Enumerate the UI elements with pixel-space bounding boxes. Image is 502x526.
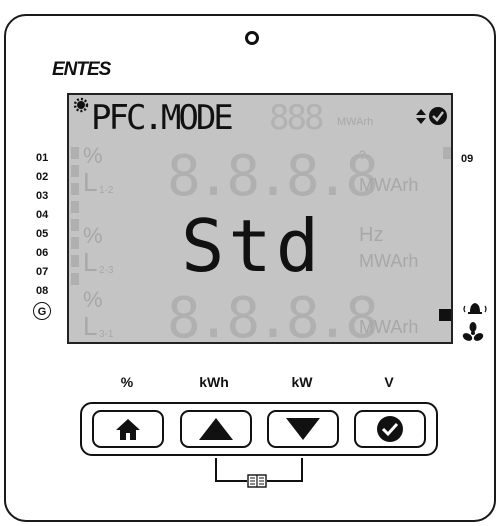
ghost-segments-top: 888	[269, 98, 323, 138]
gear-icon	[73, 97, 89, 113]
home-button[interactable]	[92, 410, 164, 448]
question-indicator: -?-	[355, 148, 370, 162]
mounting-hole	[245, 31, 259, 45]
step-label-08: 08	[36, 285, 49, 297]
mode-text: PFC.MODE	[91, 98, 232, 138]
fan-icon	[462, 322, 484, 341]
svg-text:ENTES: ENTES	[52, 59, 112, 80]
entes-logo: ENTES	[52, 58, 132, 86]
up-arrow-icon	[199, 418, 233, 440]
confirm-button[interactable]	[354, 410, 426, 448]
line-sub-1: 1-2	[99, 185, 114, 196]
alarm-bell-icon	[463, 303, 487, 314]
down-button[interactable]	[267, 410, 339, 448]
label-kw: kW	[291, 374, 313, 390]
line-label-2: L	[83, 247, 97, 277]
step-label-03: 03	[36, 190, 49, 202]
percent-3: %	[83, 287, 103, 312]
entes-logo-mark: ENTES	[52, 59, 113, 80]
step-label-04: 04	[36, 209, 49, 221]
line-label-1: L	[83, 167, 97, 197]
checkmark-icon	[377, 416, 403, 442]
down-arrow-icon	[286, 418, 320, 440]
lcd-segments: PFC.MODE 888 MWArh % L 1-2 8.8.8.8 -?- M…	[71, 97, 451, 344]
unit-hz: Hz	[359, 224, 383, 246]
unit-3: MWArh	[359, 317, 418, 337]
step-label-07: 07	[36, 266, 49, 278]
ghost-digits-1: 8.8.8.8	[167, 144, 376, 209]
step-label-01: 01	[36, 152, 49, 164]
arrow-down-indicator	[416, 118, 426, 124]
manual-book-icon	[247, 474, 267, 488]
line-sub-2: 2-3	[99, 265, 114, 276]
main-value: Std	[181, 204, 323, 288]
up-button[interactable]	[180, 410, 252, 448]
step-label-09: 09	[461, 153, 474, 165]
unit-mwarh-top: MWArh	[337, 116, 373, 128]
label-percent: %	[120, 374, 134, 390]
step-indicator-active	[439, 309, 451, 321]
label-v: V	[384, 374, 394, 390]
ground-icon: G	[33, 302, 51, 320]
ghost-digits-3: 8.8.8.8	[167, 286, 376, 344]
home-icon	[116, 419, 140, 440]
unit-1: MWArh	[359, 175, 418, 195]
percent-2: %	[83, 223, 103, 248]
step-label-02: 02	[36, 171, 49, 183]
step-label-05: 05	[36, 228, 49, 240]
line-sub-3: 3-1	[99, 329, 114, 340]
label-kwh: kWh	[199, 374, 229, 390]
step-label-06: 06	[36, 247, 49, 259]
percent-1: %	[83, 143, 103, 168]
arrow-up-indicator	[416, 109, 426, 115]
check-icon	[429, 107, 447, 125]
lcd-display: PFC.MODE 888 MWArh % L 1-2 8.8.8.8 -?- M…	[67, 93, 453, 344]
line-label-3: L	[83, 311, 97, 341]
unit-2: MWArh	[359, 251, 418, 271]
